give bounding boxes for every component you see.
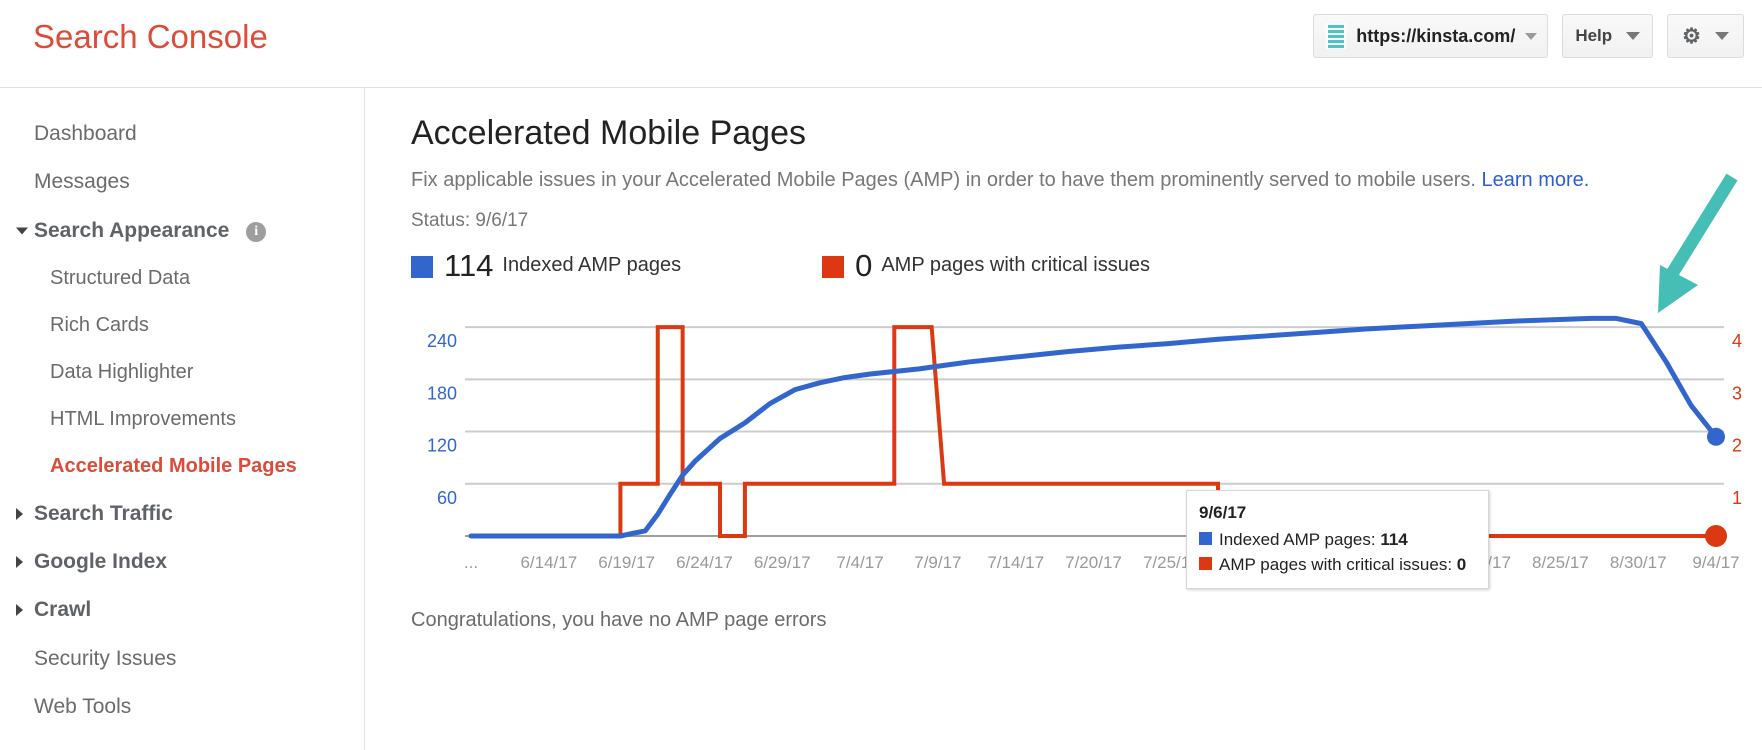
x-axis-tick-label: 6/14/17 [520,553,578,572]
sidebar-item-crawl[interactable]: Crawl [0,586,364,634]
stat-critical-issues: 0 AMP pages with critical issues [822,250,1150,281]
sidebar-item-label: HTML Improvements [50,407,236,430]
status-text: Status: 9/6/17 [411,210,529,231]
y-axis-left-tick: 120 [427,436,457,456]
sidebar-item-messages[interactable]: Messages [0,158,364,206]
sidebar-item-rich-cards[interactable]: Rich Cards [0,302,364,349]
sidebar-item-label: Web Tools [34,694,132,718]
y-axis-left-tick: 60 [437,488,457,508]
sidebar-item-search-traffic[interactable]: Search Traffic [0,490,364,538]
main-content: Accelerated Mobile Pages Fix applicable … [364,88,1762,750]
chevron-right-icon [16,556,23,569]
sidebar-item-label: Crawl [34,598,92,622]
sidebar-item-accelerated-mobile-pages[interactable]: Accelerated Mobile Pages [0,443,364,490]
sidebar-item-html-improvements[interactable]: HTML Improvements [0,396,364,443]
sidebar: Dashboard Messages Search Appearance i S… [0,88,364,750]
x-axis-tick-label: 8/25/17 [1532,553,1589,572]
learn-more-link[interactable]: Learn more. [1482,169,1590,191]
page-subtitle: Fix applicable issues in your Accelerate… [411,169,1762,192]
chevron-down-icon [1626,32,1641,40]
x-axis-tick-label: 7/4/17 [836,553,884,572]
sidebar-item-label: Messages [34,170,130,194]
y-axis-left-tick: 180 [427,383,457,403]
sidebar-item-structured-data[interactable]: Structured Data [0,255,364,302]
sidebar-item-label: Dashboard [34,122,137,145]
sidebar-item-google-index[interactable]: Google Index [0,538,364,586]
gear-icon: ⚙ [1682,24,1701,48]
site-property-selector[interactable]: https://kinsta.com/ [1313,14,1549,58]
settings-button[interactable]: ⚙ [1667,14,1744,58]
stat-label: AMP pages with critical issues [881,254,1150,276]
legend-swatch-indexed [411,255,433,278]
tooltip-value: 0 [1456,555,1467,574]
page-body: Dashboard Messages Search Appearance i S… [0,88,1762,750]
tooltip-row-critical: AMP pages with critical issues: 0 [1199,552,1476,578]
chevron-right-icon [16,604,23,617]
legend-swatch-critical [822,255,845,278]
sidebar-item-label: Security Issues [34,646,177,670]
header-actions: https://kinsta.com/ Help ⚙ [1313,14,1744,58]
chevron-down-icon [1525,32,1538,40]
page-title: Accelerated Mobile Pages [411,114,807,152]
tooltip-label: Indexed AMP pages: [1219,529,1376,549]
chevron-down-icon [16,227,28,235]
tooltip-swatch-critical [1199,557,1212,570]
sidebar-item-security-issues[interactable]: Security Issues [0,635,364,683]
help-button-label: Help [1575,26,1613,45]
app-header: Search Console https://kinsta.com/ Help … [0,0,1762,88]
x-axis-tick-label: 9/4/17 [1692,553,1740,572]
sidebar-item-label: Structured Data [50,266,191,289]
y-axis-right-tick: 3 [1732,383,1742,403]
sidebar-item-dashboard[interactable]: Dashboard [0,110,364,158]
chart-tooltip: 9/6/17 Indexed AMP pages: 114 AMP pages … [1186,490,1489,589]
chevron-right-icon [16,507,23,520]
stat-value: 0 [855,248,873,283]
sidebar-item-label: Google Index [34,550,168,573]
tooltip-row-indexed: Indexed AMP pages: 114 [1199,527,1476,553]
stat-label: Indexed AMP pages [502,254,682,276]
tooltip-label: AMP pages with critical issues: [1219,555,1453,574]
page-subtitle-text: Fix applicable issues in your Accelerate… [411,169,1476,191]
x-axis-tick-label: 6/29/17 [753,553,811,572]
chart-point-critical[interactable] [1705,525,1727,547]
stats-row: 114 Indexed AMP pages 0 AMP pages with c… [411,250,1762,281]
y-axis-right-tick: 1 [1732,488,1742,508]
stat-indexed-amp-pages: 114 Indexed AMP pages [411,250,681,281]
tooltip-value: 114 [1380,529,1408,549]
tooltip-date: 9/6/17 [1199,503,1247,522]
sidebar-item-label: Search Traffic [34,501,173,525]
x-axis-tick-label: 6/19/17 [598,553,655,572]
amp-chart[interactable]: 60 120 180 240 1 2 3 4 ... 6/14/17 6/19/17 6/24/17… [411,293,1762,579]
y-axis-right-tick: 2 [1732,436,1742,456]
chart-point-indexed[interactable] [1707,427,1725,446]
amp-chart-svg[interactable]: 60 120 180 240 1 2 3 4 [411,293,1762,548]
tooltip-swatch-indexed [1199,531,1212,545]
sidebar-item-label: Data Highlighter [50,360,194,383]
sidebar-item-data-highlighter[interactable]: Data Highlighter [0,349,364,396]
x-axis-tick-label: 7/14/17 [987,553,1045,572]
site-property-label: https://kinsta.com/ [1356,25,1516,46]
x-axis-tick-label: 7/9/17 [914,553,962,572]
y-axis-right-tick: 4 [1732,331,1742,351]
x-axis-tick-label: 8/30/17 [1609,553,1667,572]
x-axis-tick-label: 7/20/17 [1065,553,1122,572]
no-errors-message: Congratulations, you have no AMP page er… [411,609,827,631]
y-axis-left-tick: 240 [427,331,457,351]
x-axis-tick-label: 6/24/17 [676,553,733,572]
help-button[interactable]: Help [1562,14,1654,58]
sidebar-item-label: Accelerated Mobile Pages [50,454,297,477]
sidebar-item-label: Search Appearance [34,218,230,242]
search-console-page: Search Console https://kinsta.com/ Help … [0,0,1762,750]
x-axis-tick-label: ... [463,553,479,572]
sidebar-item-web-tools[interactable]: Web Tools [0,683,364,731]
sidebar-item-label: Rich Cards [50,313,149,336]
stat-value: 114 [444,248,494,283]
sidebar-item-search-appearance[interactable]: Search Appearance i [0,207,364,255]
chart-x-axis: ... 6/14/17 6/19/17 6/24/17 6/29/17 7/4/17 7/9… [411,553,1762,579]
info-icon[interactable]: i [246,221,267,242]
site-property-icon [1326,23,1347,49]
app-logo[interactable]: Search Console [33,18,268,56]
chevron-down-icon [1715,32,1729,40]
